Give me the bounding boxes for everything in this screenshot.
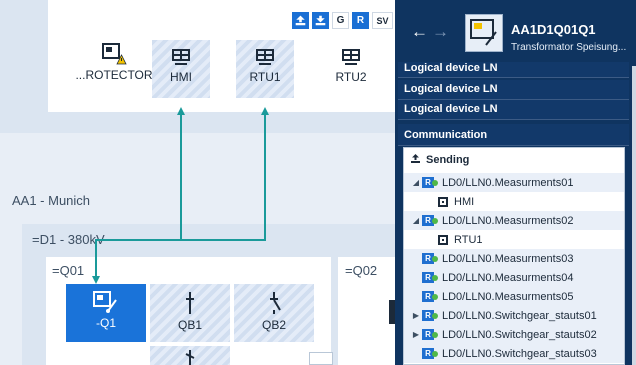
goose-badge-icon: R — [422, 329, 438, 340]
tree-child[interactable]: HMI — [404, 192, 624, 211]
caret-right-icon[interactable]: ▶ — [410, 330, 422, 339]
device-subtitle: Transformator Speisung... — [511, 42, 627, 53]
goose-badge-icon: R — [422, 272, 438, 283]
ied-device-icon — [465, 14, 503, 52]
tree-item-label: LD0/LLN0.Measurments03 — [442, 252, 574, 265]
sending-header: Sending — [404, 150, 624, 169]
tree-item[interactable]: ◢ R LD0/LLN0.Measurments01 — [404, 173, 624, 192]
goose-badge-icon: R — [422, 348, 438, 359]
caret-down-icon[interactable]: ◢ — [410, 216, 422, 225]
connection-lines — [92, 107, 269, 284]
caret-right-icon[interactable]: ▶ — [410, 311, 422, 320]
goose-badge-icon: R — [422, 177, 438, 188]
caret-down-icon[interactable]: ◢ — [410, 178, 422, 187]
device-icon — [438, 196, 448, 207]
device-icon — [438, 234, 448, 245]
goose-badge-icon: R — [422, 310, 438, 321]
tree-item-label: LD0/LLN0.Measurments05 — [442, 290, 574, 303]
tree-item-label: LD0/LLN0.Switchgear_stauts01 — [442, 309, 597, 322]
tree-child-label: HMI — [454, 195, 475, 208]
tree-item-label: LD0/LLN0.Switchgear_stauts02 — [442, 328, 597, 341]
arrow-right-icon[interactable]: → — [432, 22, 449, 42]
tree-child[interactable]: RTU1 — [404, 230, 624, 249]
tree-item-label: LD0/LLN0.Measurments04 — [442, 271, 574, 284]
tree-item[interactable]: ◢ R LD0/LLN0.Measurments02 — [404, 211, 624, 230]
tree-item-label: LD0/LLN0.Measurments02 — [442, 214, 574, 227]
tree-item-label: LD0/LLN0.Switchgear_stauts03 — [442, 347, 597, 360]
tree-item[interactable]: R LD0/LLN0.Measurments03 — [404, 249, 624, 268]
tree-item-label: LD0/LLN0.Measurments01 — [442, 176, 574, 189]
tree-child-label: RTU1 — [454, 233, 483, 246]
tree-item[interactable]: R LD0/LLN0.Measurments04 — [404, 268, 624, 287]
tree-item[interactable]: R LD0/LLN0.Switchgear_stauts03 — [404, 344, 624, 363]
tree-item[interactable]: ▶ R LD0/LLN0.Switchgear_stauts01 — [404, 306, 624, 325]
upload-icon — [410, 153, 421, 167]
section-logical-device-0[interactable]: Logical device LN — [398, 62, 629, 78]
tree-item[interactable]: ▶ R LD0/LLN0.Switchgear_stauts02 — [404, 325, 624, 344]
device-title: AA1D1Q01Q1 — [511, 22, 596, 37]
goose-badge-icon: R — [422, 253, 438, 264]
goose-badge-icon: R — [422, 215, 438, 226]
diagram-canvas[interactable]: G R SV ...ROTECTOR HMI RTU1 RTU2 AA1 - M… — [0, 0, 395, 365]
goose-badge-icon: R — [422, 291, 438, 302]
section-logical-device-2[interactable]: Logical device LN — [398, 100, 629, 120]
sending-label: Sending — [426, 153, 470, 166]
section-communication[interactable]: Communication — [398, 124, 629, 146]
tree-item[interactable]: R LD0/LLN0.Measurments05 — [404, 287, 624, 306]
arrow-left-icon[interactable]: ← — [411, 22, 428, 42]
section-logical-device-1[interactable]: Logical device LN — [398, 80, 629, 100]
communication-tree[interactable]: Sending ◢ R LD0/LLN0.Measurments01 HMI ◢… — [403, 147, 625, 365]
